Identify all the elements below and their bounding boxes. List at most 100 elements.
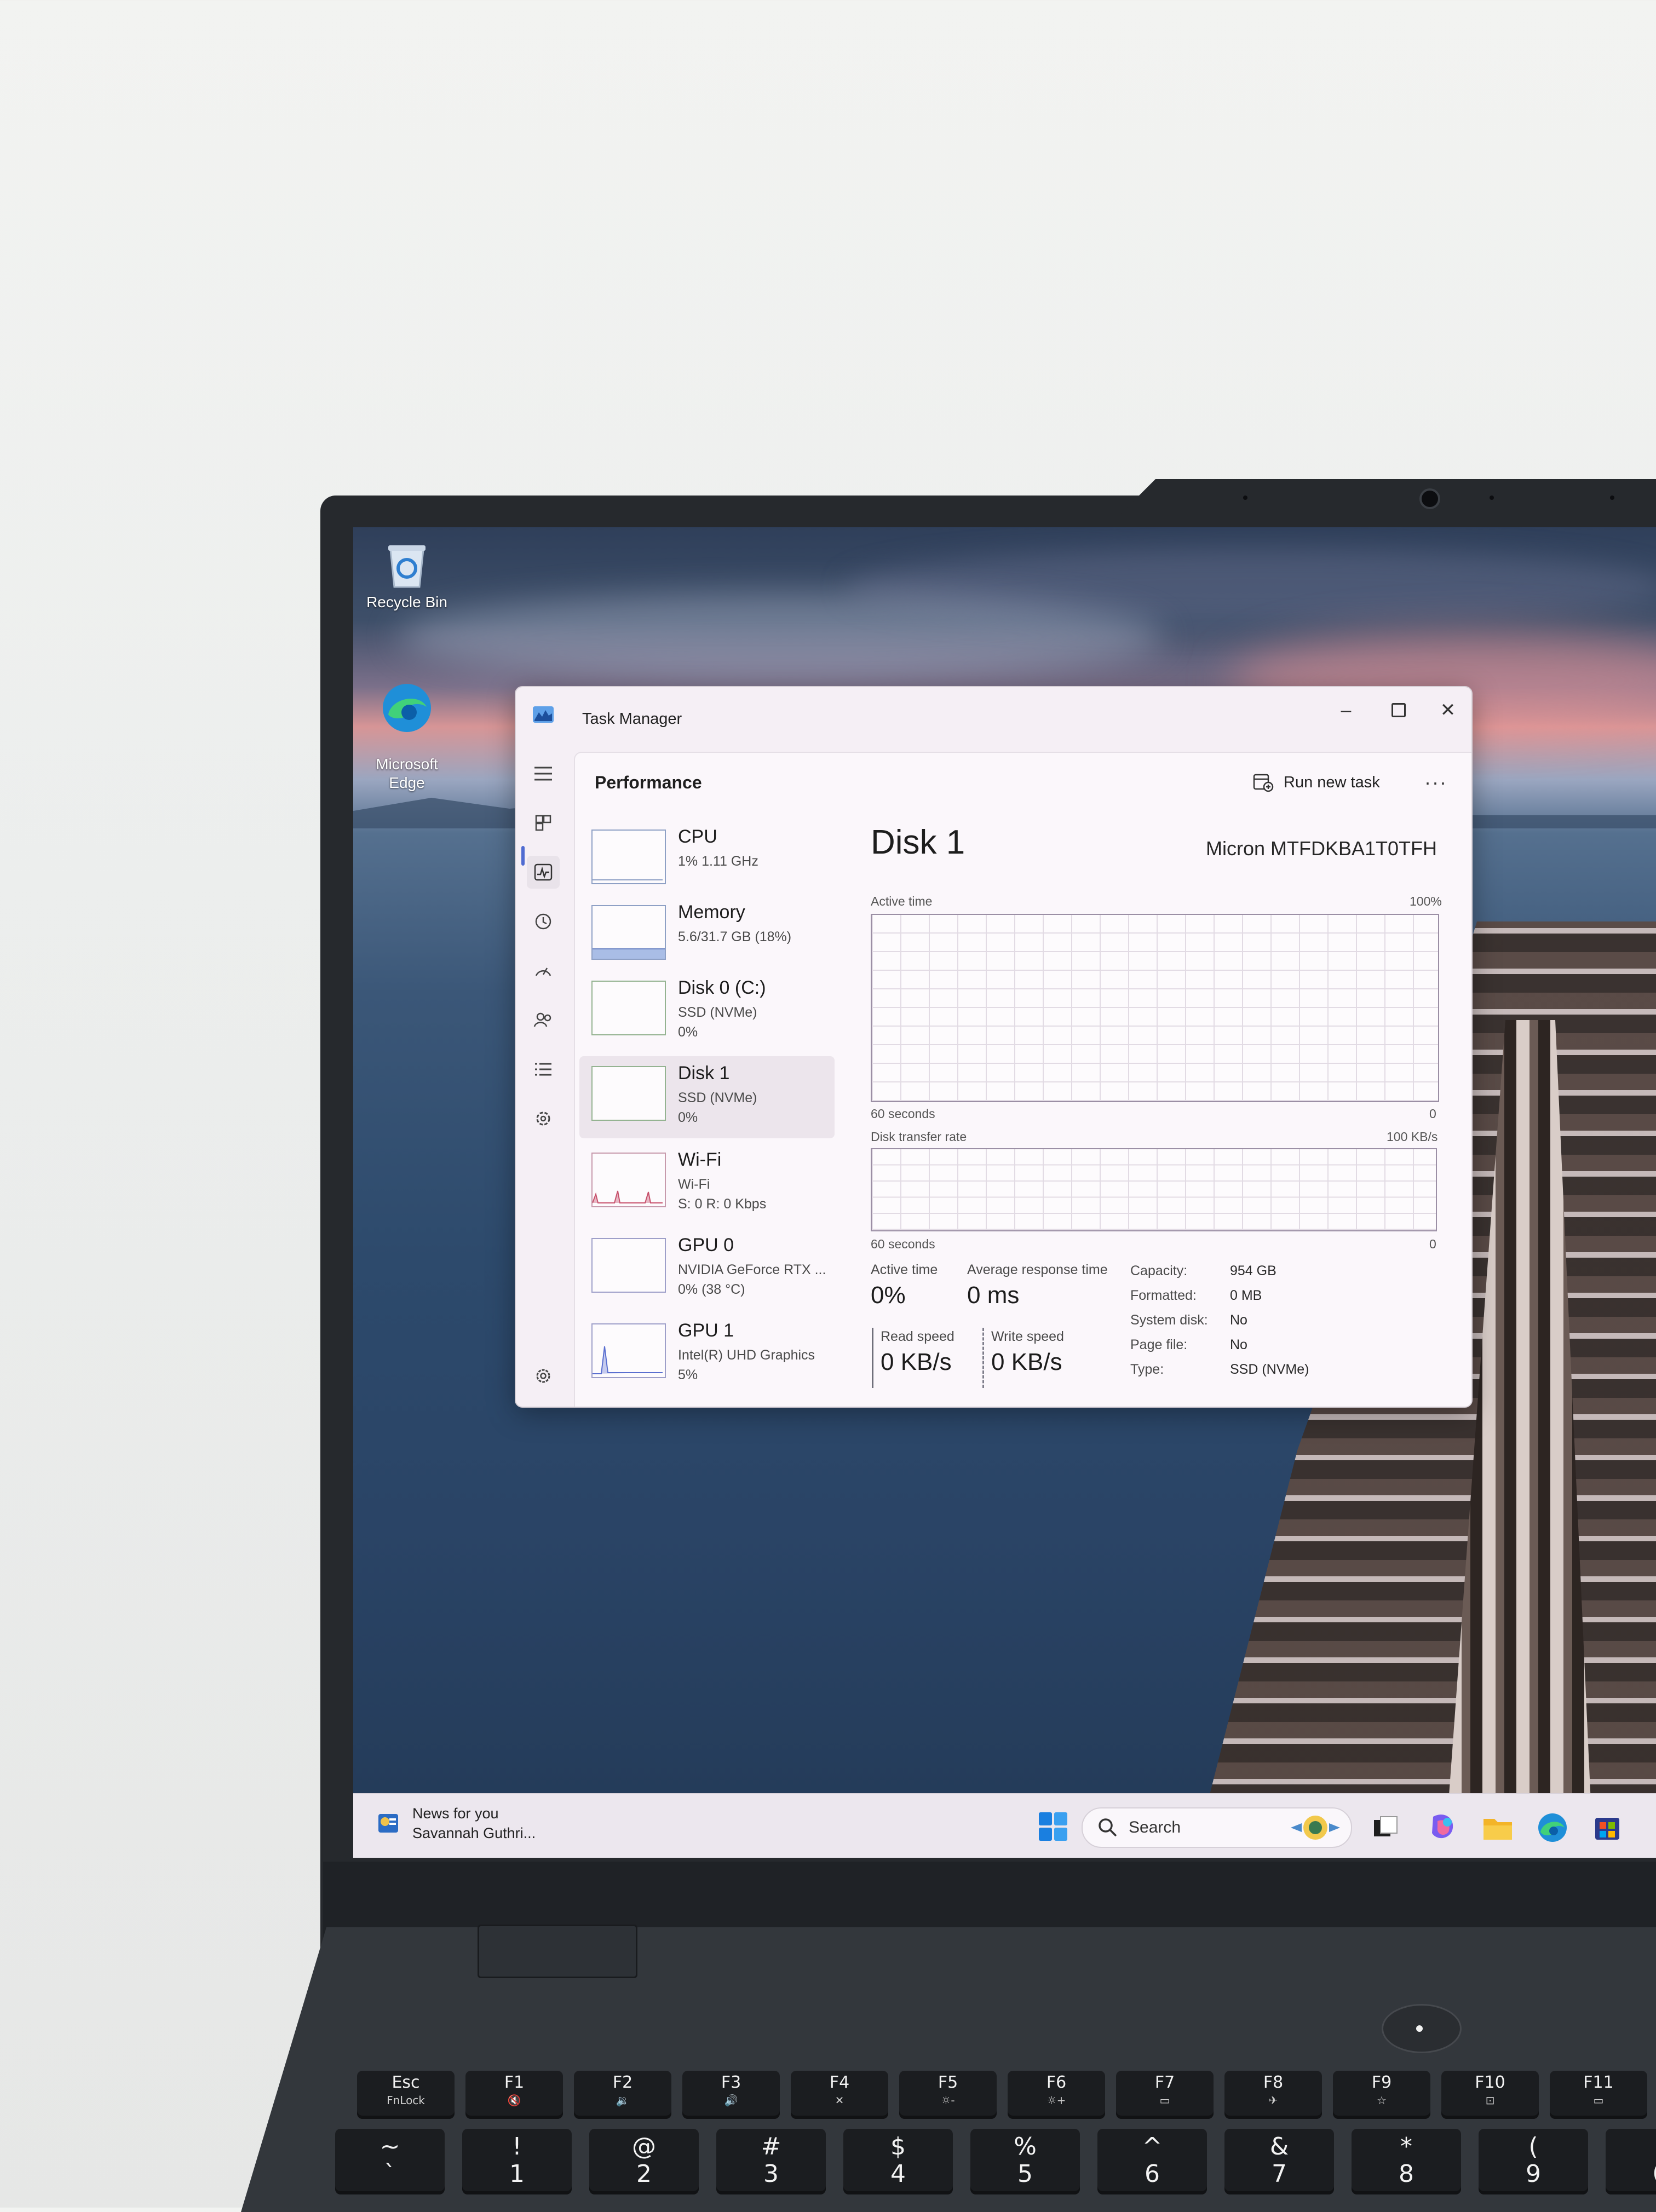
key-label: 4 [890,2160,906,2188]
resource-item-cpu[interactable]: CPU 1% 1.11 GHz [579,820,835,902]
processes-icon [535,815,551,831]
nav-performance[interactable] [527,856,560,889]
resource-item-gpu-1[interactable]: GPU 1 Intel(R) UHD Graphics 5% [579,1314,835,1396]
nav-services[interactable] [527,1102,560,1135]
maximize-button[interactable] [1382,694,1415,727]
wifi-mini-graph [591,1153,666,1207]
active-time-graph [871,914,1439,1102]
key-shift-label: ^ [1142,2133,1163,2161]
close-button[interactable]: ✕ [1431,694,1464,727]
key-label: 5 [1017,2160,1033,2188]
nav-settings[interactable] [527,1360,560,1392]
run-new-task-label: Run new task [1284,773,1380,791]
resource-detail-line: 0% [678,1024,698,1040]
hamburger-icon [534,767,552,781]
webcam [1419,488,1440,509]
cpu-mini-graph [591,830,666,884]
key-sublabel: ☼+ [1046,2094,1066,2107]
key-f3[interactable]: F3 🔊 [682,2071,780,2119]
key-label: F9 [1371,2073,1392,2092]
taskbar-app-copilot[interactable] [1427,1811,1459,1844]
resource-name: Disk 0 (C:) [678,977,766,998]
sensor-dot [1490,496,1494,500]
read-speed-value: 0 KB/s [881,1349,952,1375]
key-shift-label: % [1014,2133,1037,2161]
key-0[interactable]: )0 [1606,2129,1656,2194]
key-1[interactable]: ! 1 [462,2129,572,2194]
key-7[interactable]: & 7 [1224,2129,1334,2194]
formatted-label: Formatted: [1130,1288,1197,1303]
key-`[interactable]: ~ ` [335,2129,445,2194]
task-view-icon [1374,1816,1398,1836]
key-2[interactable]: @2 [589,2129,699,2194]
key-f11[interactable]: F11 ▭ [1550,2071,1647,2119]
minimize-button[interactable]: – [1330,694,1362,727]
search-icon [1099,1818,1117,1837]
avg-response-stat-value: 0 ms [967,1282,1020,1309]
hamburger-menu-button[interactable] [527,757,560,790]
news-text: News for you Savannah Guthri... [412,1804,536,1843]
resource-item-disk-0[interactable]: Disk 0 (C:) SSD (NVMe) 0% [579,971,835,1053]
start-button[interactable] [1038,1811,1068,1845]
key-label: F6 [1046,2073,1067,2092]
nav-users[interactable] [527,1004,560,1036]
key-f1[interactable]: F1 🔇 [465,2071,563,2119]
nav-app-history[interactable] [527,905,560,938]
desktop-icon-label: Recycle Bin [366,594,447,610]
taskbar-app-file-explorer[interactable] [1481,1811,1514,1844]
resource-item-wifi[interactable]: Wi-Fi Wi-Fi S: 0 R: 0 Kbps [579,1143,835,1225]
key-3[interactable]: #3 [716,2129,826,2194]
users-icon [533,1012,551,1027]
copilot-icon [1432,1814,1453,1839]
taskbar-app-store[interactable] [1591,1811,1624,1844]
key-6[interactable]: ^ 6 [1097,2129,1207,2194]
key-f6[interactable]: F6 ☼+ [1008,2071,1105,2119]
nav-processes[interactable] [527,807,560,839]
resource-item-gpu-0[interactable]: GPU 0 NVIDIA GeForce RTX ... 0% (38 °C) [579,1228,835,1310]
key-4[interactable]: $4 [843,2129,953,2194]
resource-detail: Intel(R) UHD Graphics 5% [678,1345,815,1385]
key-f7[interactable]: F7 ▭ [1116,2071,1214,2119]
type-value: SSD (NVMe) [1230,1362,1309,1377]
key-sublabel: ▭ [1593,2094,1604,2107]
desktop-icon-edge[interactable]: Microsoft Edge [363,663,451,792]
write-speed-label: Write speed [991,1329,1064,1344]
news-widget[interactable]: News for you Savannah Guthri... [375,1804,536,1843]
taskbar-search-box[interactable]: Search [1082,1807,1352,1848]
key-label: 2 [636,2160,652,2188]
key-f2[interactable]: F2 🔉 [574,2071,671,2119]
key-esc[interactable]: Esc FnLock [357,2071,455,2119]
key-f8[interactable]: F8 ✈ [1224,2071,1322,2119]
taskbar-app-terminal[interactable] [1372,1814,1399,1842]
key-f10[interactable]: F10 ⊡ [1441,2071,1539,2119]
key-sublabel: FnLock [387,2094,425,2107]
search-label: Search [1129,1818,1181,1836]
resource-item-disk-1[interactable]: Disk 1 SSD (NVMe) 0% [579,1056,835,1138]
more-options-button[interactable]: ··· [1418,766,1453,799]
resource-name: CPU [678,826,717,847]
nav-details[interactable] [527,1053,560,1086]
key-shift-label: $ [890,2133,906,2161]
active-nav-indicator [521,846,525,866]
key-f9[interactable]: F9 ☆ [1333,2071,1430,2119]
resource-detail-line: S: 0 R: 0 Kbps [678,1196,767,1212]
active-time-graph-span: 60 seconds [871,1107,935,1121]
power-indicator [1416,2025,1423,2032]
resource-detail-line: Wi-Fi [678,1177,710,1192]
nav-startup-apps[interactable] [527,954,560,987]
resource-name: GPU 0 [678,1235,734,1255]
key-9[interactable]: (9 [1479,2129,1588,2194]
run-new-task-button[interactable]: Run new task [1253,766,1380,799]
key-f4[interactable]: F4 ✕ [791,2071,888,2119]
key-5[interactable]: % 5 [970,2129,1080,2194]
desktop-icon-recycle-bin[interactable]: Recycle Bin [363,538,451,612]
key-f5[interactable]: F5 ☼- [899,2071,997,2119]
key-sublabel: ✈ [1268,2094,1278,2107]
navigation-rail [516,747,572,1404]
resource-item-memory[interactable]: Memory 5.6/31.7 GB (18%) [579,895,835,977]
taskbar-app-edge[interactable] [1536,1811,1569,1844]
key-8[interactable]: * 8 [1352,2129,1461,2194]
task-manager-window[interactable]: Task Manager – ✕ Performance Run new tas… [515,686,1473,1408]
key-label: F3 [721,2073,741,2092]
active-time-stat-label: Active time [871,1262,938,1277]
